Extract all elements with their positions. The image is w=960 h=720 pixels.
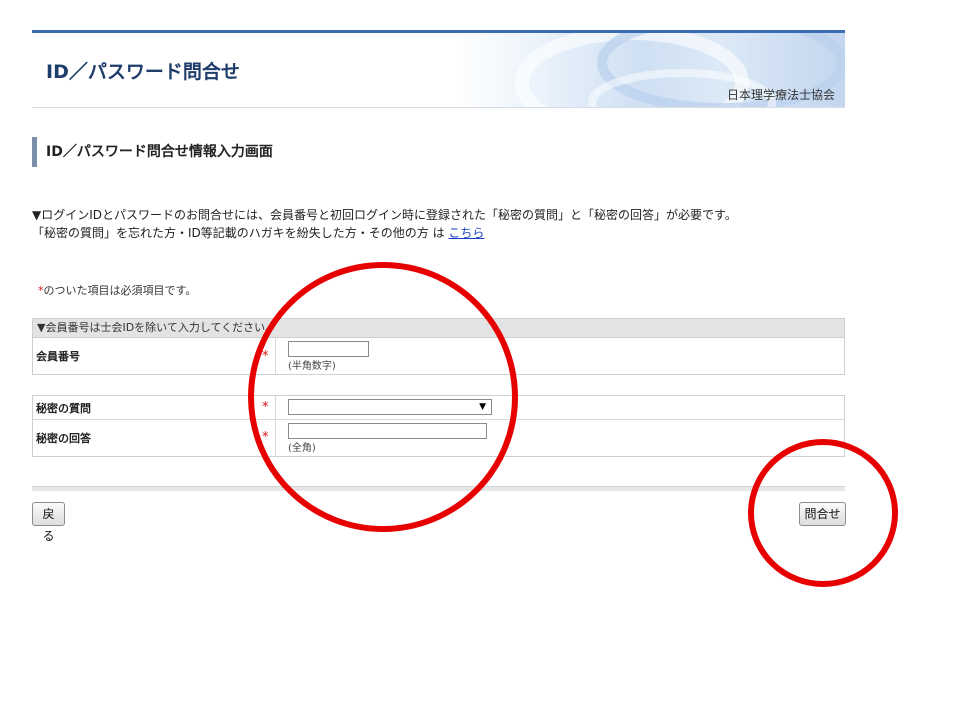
secret-answer-required-mark: * [262, 430, 269, 445]
member-number-required-mark: * [262, 349, 269, 364]
chevron-down-icon: ▼ [479, 402, 486, 412]
secret-question-label: 秘密の質問 [33, 396, 276, 419]
required-note: *のついた項目は必須項目です。 [38, 282, 196, 298]
required-note-text: のついた項目は必須項目です。 [43, 284, 197, 297]
secret-answer-row: 秘密の回答 * (全角) [33, 420, 844, 456]
member-number-input[interactable] [288, 341, 369, 357]
secret-qa-table: 秘密の質問 * ▼ 秘密の回答 * (全角) [32, 395, 845, 457]
secret-answer-input[interactable] [288, 423, 487, 439]
instructions: ▼ログインIDとパスワードのお問合せには、会員番号と初回ログイン時に登録された「… [32, 206, 737, 242]
instructions-line-2: 「秘密の質問」を忘れた方・ID等記載のハガキを紛失した方・その他の方 は こちら [32, 224, 737, 242]
header-banner: ID／パスワード問合せ 日本理学療法士協会 [32, 30, 845, 108]
member-number-row: 会員番号 * (半角数字) [33, 338, 844, 374]
instructions-line-2-text: 「秘密の質問」を忘れた方・ID等記載のハガキを紛失した方・その他の方 は [32, 226, 449, 240]
secret-answer-label: 秘密の回答 [33, 420, 276, 456]
back-button[interactable]: 戻る [32, 502, 65, 543]
instructions-line-1: ▼ログインIDとパスワードのお問合せには、会員番号と初回ログイン時に登録された「… [32, 208, 737, 222]
secret-question-select[interactable]: ▼ [288, 399, 492, 415]
submit-inquiry-button[interactable]: 問合せ [799, 502, 846, 526]
page-title: ID／パスワード問合せ [46, 61, 240, 83]
member-number-label: 会員番号 [33, 338, 276, 374]
form-divider [32, 486, 845, 491]
secret-question-row: 秘密の質問 * ▼ [33, 396, 844, 420]
secret-question-required-mark: * [262, 400, 269, 415]
organization-name: 日本理学療法士協会 [726, 88, 835, 102]
member-number-table: ▼会員番号は士会IDを除いて入力してください。 会員番号 * (半角数字) [32, 318, 845, 375]
secret-answer-hint: (全角) [288, 443, 316, 454]
member-number-caption: ▼会員番号は士会IDを除いて入力してください。 [33, 319, 844, 338]
help-link[interactable]: こちら [448, 226, 484, 240]
section-heading: ID／パスワード問合せ情報入力画面 [32, 137, 632, 167]
member-number-hint: (半角数字) [288, 361, 336, 372]
